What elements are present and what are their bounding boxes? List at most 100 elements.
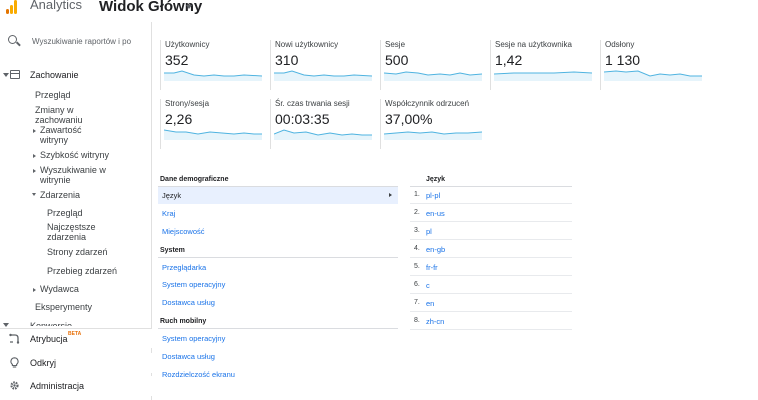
chevron-right-icon <box>389 193 392 197</box>
metric-value: 500 <box>385 52 409 68</box>
metric-value: 352 <box>165 52 189 68</box>
sidebar-section-label: Zachowanie <box>30 70 79 80</box>
row-number: 4. <box>414 245 420 252</box>
system-heading: System <box>160 247 185 254</box>
table-row: 2. en-us <box>410 205 572 222</box>
table-row: 4. en-gb <box>410 241 572 258</box>
gear-icon <box>10 381 19 390</box>
metric-label: Śr. czas trwania sesji <box>275 99 350 108</box>
sidebar-item-przeglad[interactable]: Przegląd <box>35 90 71 100</box>
sidebar-item-atrybucja[interactable]: Atrybucja BETA <box>0 328 152 348</box>
chevron-right-icon[interactable] <box>33 169 36 173</box>
sidebar-section-konwersje[interactable]: Konwersje <box>30 321 72 326</box>
metric-label: Użytkownicy <box>165 40 210 49</box>
search-icon <box>8 35 17 44</box>
language-link[interactable]: en-gb <box>426 245 445 254</box>
divider <box>158 328 398 329</box>
table-row: 6. c <box>410 277 572 294</box>
metric-value: 1 130 <box>605 52 641 68</box>
sidebar-section-zachowanie[interactable]: Zachowanie <box>0 66 152 84</box>
metric-card-sessions-per-user[interactable]: Sesje na użytkownika 1,42 <box>490 40 593 90</box>
metric-card-avg-session-duration[interactable]: Śr. czas trwania sesji 00:03:35 <box>270 99 373 149</box>
language-link[interactable]: en-us <box>426 209 445 218</box>
chevron-right-icon[interactable] <box>33 154 36 158</box>
sidebar-item-zmiany[interactable]: Zmiany w zachowaniu <box>35 105 95 125</box>
demographics-item-jezyk[interactable]: Język <box>162 191 181 200</box>
sidebar-item-ev-strony[interactable]: Strony zdarzeń <box>47 247 108 257</box>
sparkline <box>384 131 482 140</box>
language-link[interactable]: en <box>426 299 434 308</box>
metric-label: Strony/sesja <box>165 99 210 108</box>
app-header: Analytics Widok Główny <box>0 0 758 22</box>
sidebar-item-wydawca[interactable]: Wydawca <box>40 284 79 294</box>
sidebar: Zachowanie Przegląd Zmiany w zachowaniu … <box>0 22 152 400</box>
language-link[interactable]: pl-pl <box>426 191 440 200</box>
metric-card-sessions[interactable]: Sesje 500 <box>380 40 483 90</box>
metric-value: 2,26 <box>165 111 193 127</box>
sidebar-item-wyszukiwanie[interactable]: Wyszukiwanie w witrynie <box>40 165 110 185</box>
language-link[interactable]: c <box>426 281 430 290</box>
language-table-heading: Język <box>426 176 446 183</box>
row-number: 6. <box>414 281 420 288</box>
chevron-right-icon[interactable] <box>33 129 36 133</box>
language-link[interactable]: pl <box>426 227 432 236</box>
metric-card-bounce-rate[interactable]: Współczynnik odrzuceń 37,00% <box>380 99 483 149</box>
row-number: 7. <box>414 299 420 306</box>
metric-card-users[interactable]: Użytkownicy 352 <box>160 40 263 90</box>
row-number: 5. <box>414 263 420 270</box>
sidebar-item-zdarzenia[interactable]: Zdarzenia <box>40 190 80 200</box>
system-item-browser[interactable]: Przeglądarka <box>162 263 206 272</box>
chevron-down-icon[interactable] <box>32 193 36 196</box>
sparkline <box>164 129 262 140</box>
table-row: 3. pl <box>410 223 572 240</box>
row-number: 8. <box>414 317 420 324</box>
metric-card-pages-per-session[interactable]: Strony/sesja 2,26 <box>160 99 263 149</box>
metric-card-new-users[interactable]: Nowi użytkownicy 310 <box>270 40 373 90</box>
chevron-down-icon[interactable] <box>186 5 192 9</box>
sidebar-item-zawartosc[interactable]: Zawartość witryny <box>40 125 95 145</box>
table-row: 7. en <box>410 295 572 312</box>
beta-badge: BETA <box>68 331 82 337</box>
chevron-down-icon <box>3 73 9 77</box>
metric-label: Współczynnik odrzuceń <box>385 99 470 108</box>
metric-label: Odsłony <box>605 40 635 49</box>
attribution-icon <box>9 333 20 344</box>
mobile-item-provider[interactable]: Dostawca usług <box>162 352 215 361</box>
language-link[interactable]: fr-fr <box>426 263 438 272</box>
metric-label: Sesje <box>385 40 406 49</box>
app-title: Analytics <box>30 0 83 12</box>
row-number: 2. <box>414 209 420 216</box>
search-input[interactable] <box>32 34 148 48</box>
mobile-item-os[interactable]: System operacyjny <box>162 334 225 343</box>
sparkline <box>384 71 482 81</box>
metric-value: 310 <box>275 52 299 68</box>
metric-value: 1,42 <box>495 52 523 68</box>
sparkline <box>274 70 372 81</box>
system-item-os[interactable]: System operacyjny <box>162 280 225 289</box>
sparkline <box>274 129 372 140</box>
sidebar-item-ev-przebieg[interactable]: Przebieg zdarzeń <box>47 266 117 276</box>
system-item-provider[interactable]: Dostawca usług <box>162 298 215 307</box>
behavior-window-icon <box>10 70 20 79</box>
metric-value: 37,00% <box>385 111 433 127</box>
sidebar-item-administracja[interactable]: Administracja <box>0 376 152 396</box>
sidebar-item-label: Administracja <box>30 381 85 391</box>
lightbulb-icon <box>10 357 19 368</box>
chevron-right-icon[interactable] <box>33 288 36 292</box>
demographics-item-kraj[interactable]: Kraj <box>162 209 175 218</box>
chevron-right-icon[interactable] <box>3 323 9 327</box>
language-link[interactable]: zh-cn <box>426 317 444 326</box>
divider <box>158 257 398 258</box>
sparkline <box>164 70 262 81</box>
sidebar-item-label: Atrybucja <box>30 334 68 344</box>
sidebar-item-szybkosc[interactable]: Szybkość witryny <box>40 150 109 160</box>
mobile-item-resolution[interactable]: Rozdzielczość ekranu <box>162 370 235 379</box>
sidebar-item-ev-najczestsze[interactable]: Najczęstsze zdarzenia <box>47 222 102 242</box>
demographics-item-miejscowosc[interactable]: Miejscowość <box>162 227 205 236</box>
sidebar-item-eksperymenty[interactable]: Eksperymenty <box>35 302 92 312</box>
sidebar-item-odkryj[interactable]: Odkryj <box>0 353 152 373</box>
metric-card-pageviews[interactable]: Odsłony 1 130 <box>600 40 703 90</box>
selected-row-highlight <box>158 187 398 204</box>
sidebar-item-ev-przeglad[interactable]: Przegląd <box>47 208 83 218</box>
analytics-logo-icon[interactable] <box>6 0 20 14</box>
